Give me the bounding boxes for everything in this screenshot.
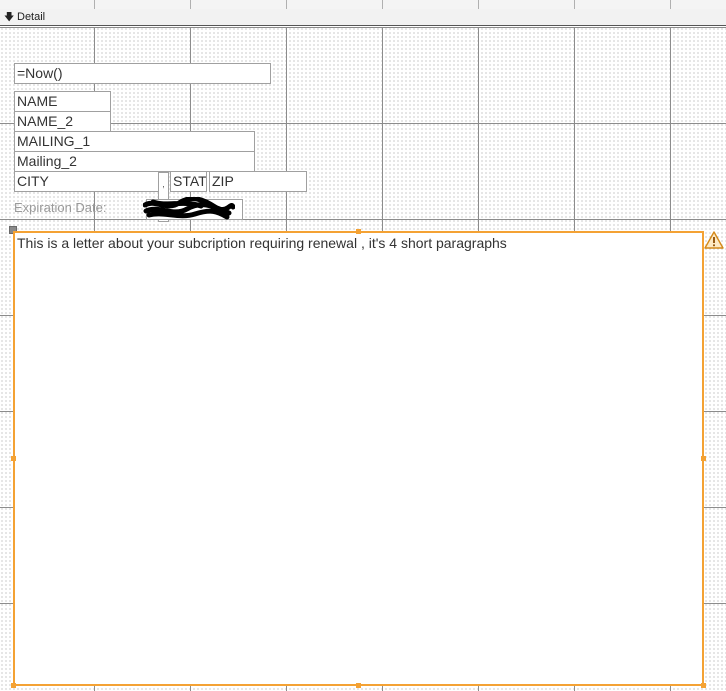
- zip-textbox[interactable]: ZIP: [209, 171, 307, 192]
- mailing-1-textbox[interactable]: MAILING_1: [14, 131, 255, 152]
- warning-triangle-icon[interactable]: [704, 231, 724, 249]
- detail-section-header[interactable]: 🡇 Detail: [0, 9, 726, 26]
- expiration-date-label[interactable]: Expiration Date:: [14, 200, 144, 218]
- section-label: Detail: [17, 11, 46, 23]
- state-textbox[interactable]: STAT: [170, 171, 207, 192]
- date-textbox[interactable]: =Now(): [14, 63, 271, 84]
- resize-handle-right[interactable]: [701, 456, 706, 461]
- name-2-textbox[interactable]: NAME_2: [14, 111, 111, 132]
- resize-handle-bottom-left[interactable]: [11, 683, 16, 688]
- section-down-arrow-icon[interactable]: 🡇: [4, 9, 14, 26]
- resize-handle-bottom-right[interactable]: [701, 683, 706, 688]
- resize-handle-top[interactable]: [356, 229, 361, 234]
- redaction-scribble: [143, 197, 235, 220]
- city-textbox[interactable]: CITY: [14, 171, 159, 192]
- letter-body-textbox[interactable]: This is a letter about your subcription …: [13, 231, 704, 686]
- name-textbox[interactable]: NAME: [14, 91, 111, 112]
- mailing-2-textbox[interactable]: Mailing_2: [14, 151, 255, 172]
- resize-handle-bottom[interactable]: [356, 683, 361, 688]
- resize-handle-left[interactable]: [11, 456, 16, 461]
